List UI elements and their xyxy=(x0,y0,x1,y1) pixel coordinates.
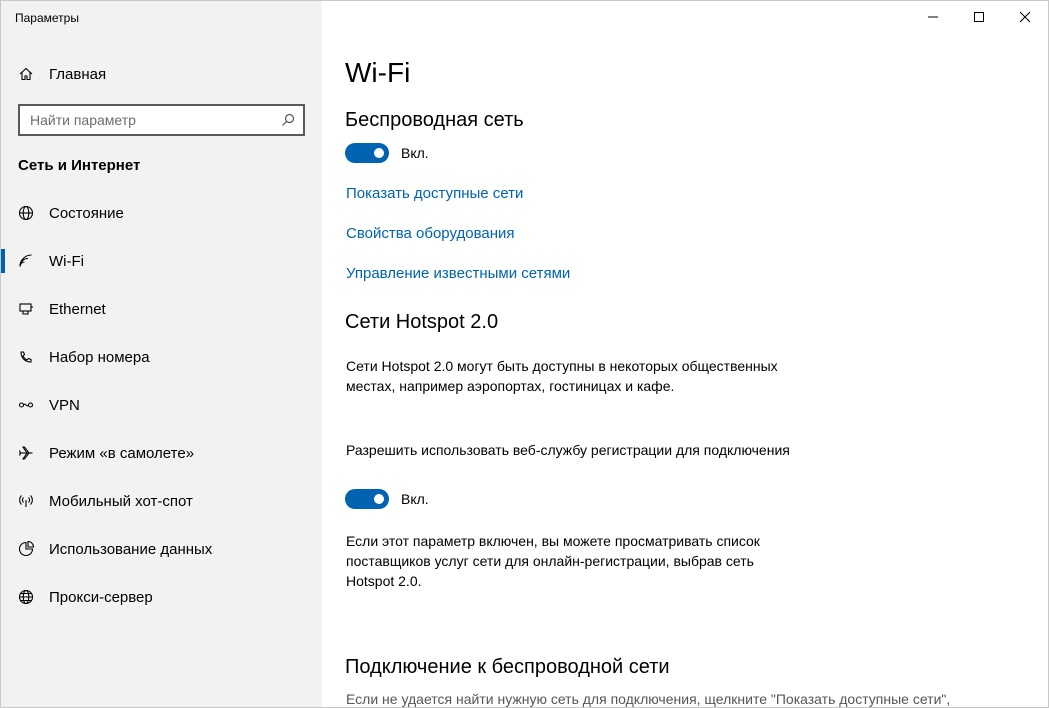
sidebar-item-home[interactable]: Главная xyxy=(1,57,322,91)
minimize-icon xyxy=(928,16,938,18)
maximize-button[interactable] xyxy=(956,1,1002,33)
home-icon xyxy=(17,65,35,83)
sidebar-item-airplane[interactable]: Режим «в самолете» xyxy=(1,429,322,477)
wireless-toggle-label: Вкл. xyxy=(401,145,429,161)
window-controls xyxy=(910,1,1048,33)
dialup-icon xyxy=(17,348,35,366)
connect-text: Если не удается найти нужную сеть для по… xyxy=(346,691,951,707)
manage-known-networks-link[interactable]: Управление известными сетями xyxy=(346,265,570,282)
vpn-icon xyxy=(17,396,35,414)
sidebar-item-ethernet[interactable]: Ethernet xyxy=(1,285,322,333)
hotspot-heading: Сети Hotspot 2.0 xyxy=(345,311,499,333)
hotspot-permission-text: Разрешить использовать веб-службу регист… xyxy=(346,442,790,458)
toggle-knob xyxy=(374,148,384,158)
maximize-icon xyxy=(974,12,984,22)
search-icon[interactable] xyxy=(281,113,295,127)
search-box[interactable] xyxy=(18,104,305,136)
close-icon xyxy=(1019,11,1031,23)
wifi-icon xyxy=(17,252,35,270)
hotspot-info: Если этот параметр включен, вы можете пр… xyxy=(346,533,760,589)
section-title: Сеть и Интернет xyxy=(18,157,141,174)
sidebar-item-label: VPN xyxy=(49,396,80,414)
sidebar-item-label: Режим «в самолете» xyxy=(49,444,195,462)
hotspot-description: Сети Hotspot 2.0 могут быть доступны в н… xyxy=(346,358,778,394)
page-title: Wi-Fi xyxy=(345,57,411,88)
show-available-networks-link[interactable]: Показать доступные сети xyxy=(346,185,523,202)
wireless-toggle-row: Вкл. xyxy=(345,143,429,163)
sidebar-item-label: Прокси-сервер xyxy=(49,588,153,606)
search-input[interactable] xyxy=(30,112,281,128)
sidebar-item-status[interactable]: Состояние xyxy=(1,189,322,237)
sidebar-item-label: Ethernet xyxy=(49,300,106,318)
ethernet-icon xyxy=(17,300,35,318)
hotspot-toggle-row: Вкл. xyxy=(345,489,429,509)
sidebar-item-vpn[interactable]: VPN xyxy=(1,381,322,429)
sidebar: Параметры Главная Сеть и Интернет xyxy=(1,1,322,707)
hotspot-icon xyxy=(17,492,35,510)
globe-status-icon xyxy=(17,204,35,222)
sidebar-item-wifi[interactable]: Wi-Fi xyxy=(1,237,322,285)
hardware-properties-link[interactable]: Свойства оборудования xyxy=(346,225,515,242)
toggle-knob xyxy=(374,494,384,504)
minimize-button[interactable] xyxy=(910,1,956,33)
data-usage-icon xyxy=(17,540,35,558)
sidebar-item-hotspot[interactable]: Мобильный хот-спот xyxy=(1,477,322,525)
airplane-icon xyxy=(17,444,35,462)
hotspot-registration-toggle[interactable] xyxy=(345,489,389,509)
sidebar-item-dialup[interactable]: Набор номера xyxy=(1,333,322,381)
sidebar-item-label: Главная xyxy=(49,65,107,83)
proxy-globe-icon xyxy=(17,588,35,606)
sidebar-item-label: Набор номера xyxy=(49,348,150,366)
sidebar-nav: Состояние Wi-Fi Ethernet Набор номера VP… xyxy=(1,189,322,621)
settings-window: Параметры Главная Сеть и Интернет xyxy=(0,0,1049,708)
close-button[interactable] xyxy=(1002,1,1048,33)
sidebar-item-label: Wi-Fi xyxy=(49,252,84,270)
sidebar-item-label: Использование данных xyxy=(49,540,213,558)
sidebar-item-proxy[interactable]: Прокси-сервер xyxy=(1,573,322,621)
sidebar-item-label: Состояние xyxy=(49,204,124,222)
hotspot-toggle-label: Вкл. xyxy=(401,491,429,507)
sidebar-item-data-usage[interactable]: Использование данных xyxy=(1,525,322,573)
wireless-toggle[interactable] xyxy=(345,143,389,163)
connect-heading: Подключение к беспроводной сети xyxy=(345,656,670,678)
sidebar-item-label: Мобильный хот-спот xyxy=(49,492,193,510)
app-title: Параметры xyxy=(15,11,79,25)
wireless-heading: Беспроводная сеть xyxy=(345,109,524,131)
